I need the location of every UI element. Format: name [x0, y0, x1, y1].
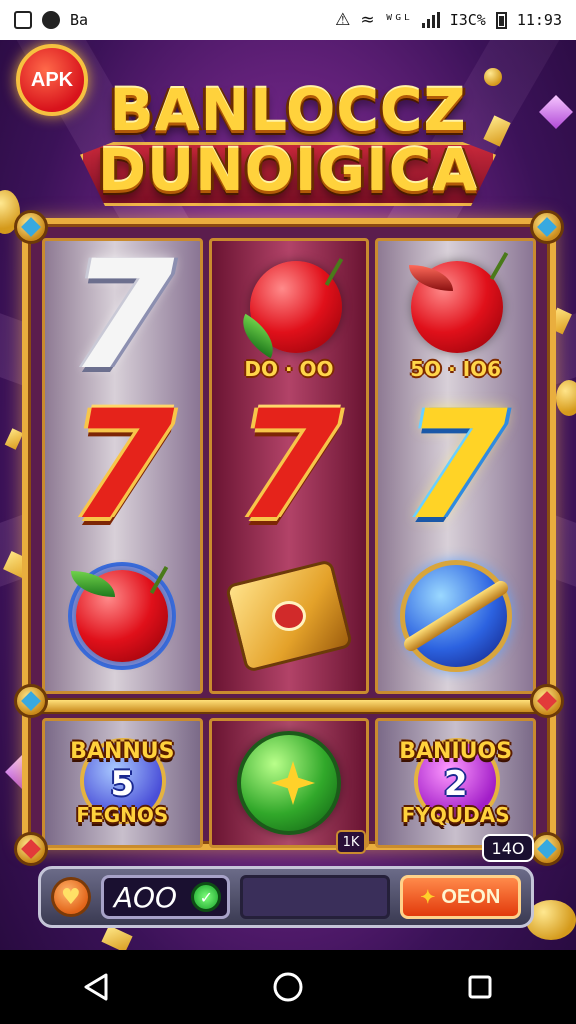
credit-value: AOO: [113, 880, 178, 914]
network-text: ᵂᴳᴸ: [384, 11, 412, 29]
signal-icon: [421, 12, 440, 28]
reel-divider: [28, 698, 550, 714]
corner-gem-icon: [530, 210, 564, 244]
recents-icon: [468, 975, 492, 999]
payout-label: DO · OO: [244, 357, 334, 381]
reel-symbol: 7: [214, 391, 364, 541]
wild-symbol: [214, 547, 364, 685]
wifi-icon: ≈: [360, 10, 375, 30]
payout-label: 5O · IO6: [410, 357, 502, 381]
red-seven-symbol: 7: [70, 379, 175, 553]
battery-icon: [495, 11, 507, 29]
bonus-row: BANNUS 5 FEGNOS BANIUOS 2 FYQUDAS: [42, 718, 537, 848]
home-button[interactable]: [268, 967, 308, 1007]
star-flower-icon: [271, 761, 315, 805]
alert-icon: ⚠: [335, 10, 351, 30]
corner-gem-icon: [530, 684, 564, 718]
crystal: [539, 95, 573, 129]
status-time: 11:93: [516, 11, 562, 29]
status-left-text: Ba: [70, 11, 89, 29]
message-display: [240, 875, 390, 919]
corner-gem-icon: [14, 210, 48, 244]
bonus-cell-left[interactable]: BANNUS 5 FEGNOS: [42, 718, 203, 848]
orb-symbol: [381, 547, 531, 685]
reel-symbol: 7: [47, 241, 197, 391]
spin-label: OEON: [441, 885, 501, 908]
reel-3[interactable]: 5O · IO6 7: [375, 238, 537, 694]
bonus-badge: BANNUS 5 FEGNOS: [52, 724, 192, 842]
slot-machine: 7 7 DO · OO 7 5O · IO6 7 BANNUS 5 FEGNOS…: [14, 210, 564, 866]
status-bar: Ba ⚠ ≈ ᵂᴳᴸ Ι3C% 11:93: [0, 0, 576, 40]
control-bar: ♥ AOO ✓ ✦ OEON: [38, 866, 534, 928]
reel-area: 7 7 DO · OO 7 5O · IO6 7: [42, 238, 537, 694]
back-icon: [84, 973, 108, 1001]
corner-gem-icon: [14, 684, 48, 718]
bonus-cell-center[interactable]: [208, 718, 370, 848]
gold-seven-symbol: 7: [403, 379, 508, 553]
bonus-badge: BANIUOS 2 FYQUDAS: [386, 724, 526, 842]
bonus-title: BANIUOS: [399, 739, 513, 765]
bonus-subtitle: FYQUDAS: [401, 802, 510, 827]
image-icon: [14, 11, 32, 29]
reel-symbol: 7: [47, 391, 197, 541]
reel-2[interactable]: DO · OO 7: [208, 238, 370, 694]
bonus-subtitle: FEGNOS: [76, 802, 169, 827]
cherry-symbol: DO · OO: [214, 247, 364, 385]
home-icon: [273, 972, 303, 1002]
back-button[interactable]: [76, 967, 116, 1007]
cherry-symbol: [47, 547, 197, 685]
bonus-title: BANNUS: [70, 739, 175, 765]
corner-gem-icon: [530, 832, 564, 866]
reel-1[interactable]: 7 7: [42, 238, 203, 694]
silver-seven-symbol: 7: [70, 229, 175, 403]
navigation-bar: [0, 950, 576, 1024]
small-counter: 1K: [336, 830, 366, 854]
coin-icon: [556, 380, 576, 416]
cherry-symbol: 5O · IO6: [381, 247, 531, 385]
spark-icon: ✦: [420, 886, 436, 907]
game-screen: Ba ⚠ ≈ ᵂᴳᴸ Ι3C% 11:93 APK BANLOCCZ DUNOI…: [0, 0, 576, 1024]
title-line-2: DUNOIGICA: [97, 136, 479, 204]
bonus-cell-right[interactable]: BANIUOS 2 FYQUDAS: [375, 718, 537, 848]
corner-gem-icon: [14, 832, 48, 866]
bet-value[interactable]: 14O: [482, 834, 534, 862]
messenger-icon: [42, 11, 60, 29]
recents-button[interactable]: [460, 967, 500, 1007]
bonus-number: 5: [110, 763, 135, 804]
reel-symbol: 7: [381, 391, 531, 541]
heart-icon[interactable]: ♥: [51, 877, 91, 917]
battery-percent: Ι3C%: [449, 11, 486, 29]
check-icon[interactable]: ✓: [191, 882, 222, 912]
game-title: BANLOCCZ DUNOIGICA: [70, 70, 506, 220]
credit-display: AOO ✓: [100, 875, 231, 919]
red-seven-symbol: 7: [236, 379, 342, 553]
confetti: [4, 428, 24, 450]
ruby-icon: [272, 601, 306, 631]
confetti: [101, 925, 133, 953]
title-line-1: BANLOCCZ: [109, 76, 467, 144]
stem: [489, 252, 508, 280]
green-gem-icon: [237, 731, 341, 835]
spin-button[interactable]: ✦ OEON: [399, 875, 521, 919]
bonus-number: 2: [443, 763, 468, 804]
